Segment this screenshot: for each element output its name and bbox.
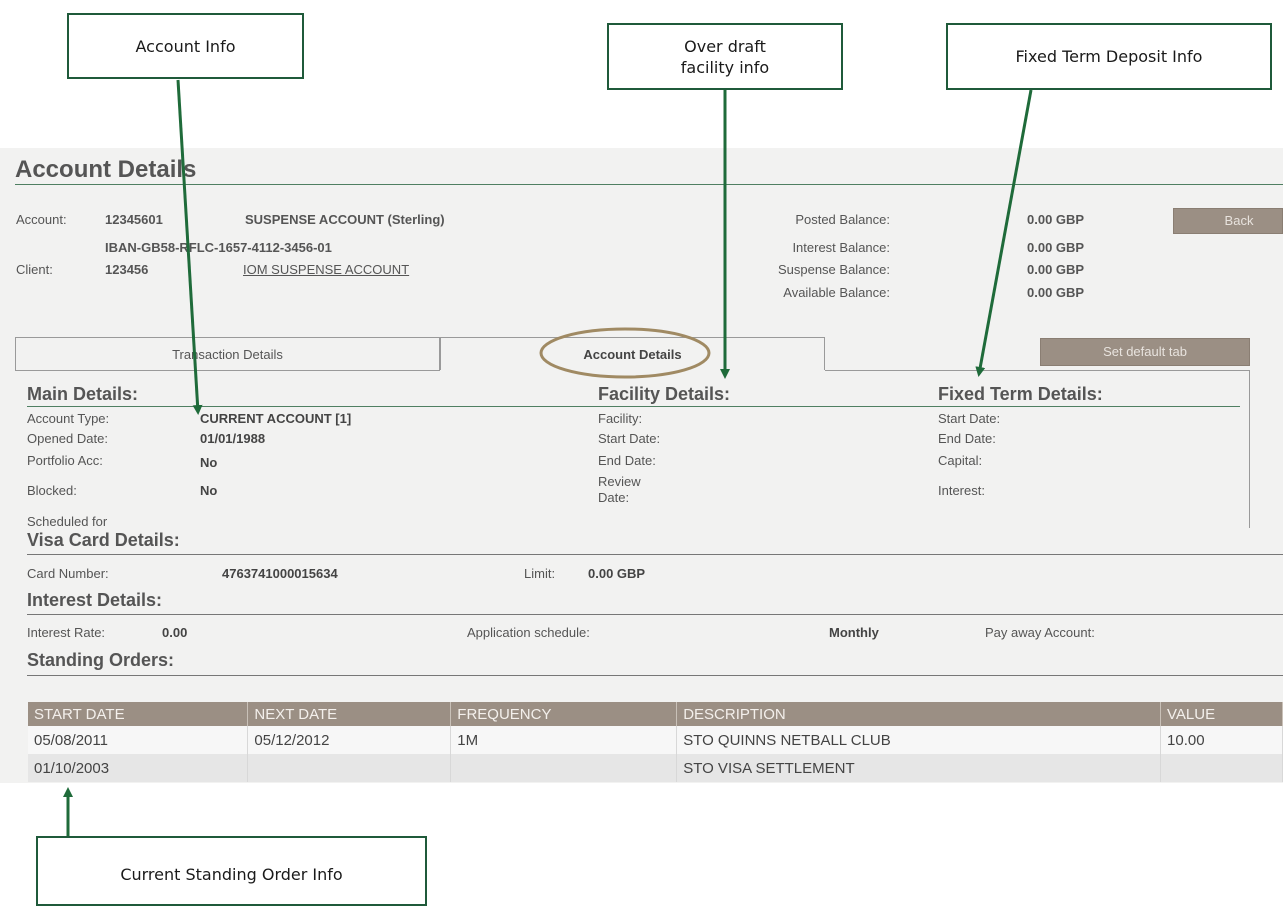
account-details-tab-highlight <box>539 327 711 379</box>
arrow-pointer-icon <box>176 79 203 415</box>
annotation-overlay <box>63 79 1033 836</box>
arrow-pointer-icon <box>975 89 1033 377</box>
